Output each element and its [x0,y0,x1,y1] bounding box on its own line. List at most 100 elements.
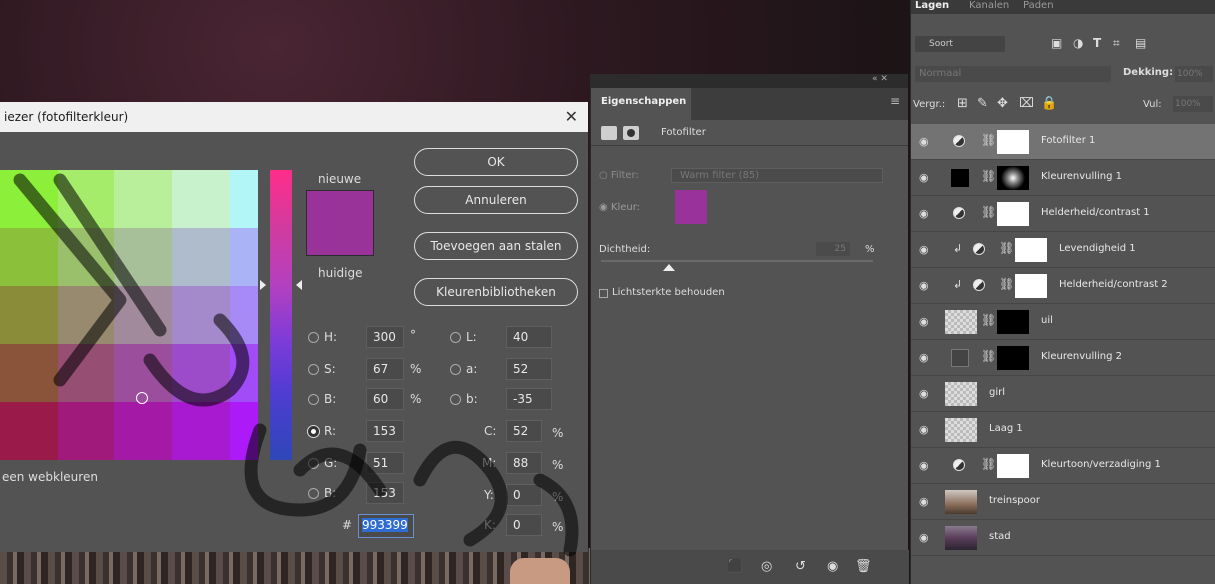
shape-filter-icon[interactable]: ⌗ [1113,36,1120,51]
layer-mask-thumbnail[interactable] [997,130,1029,154]
l-input[interactable]: 40 [506,326,552,348]
eye-icon[interactable]: ◉ [919,495,931,508]
eye-icon[interactable]: ◉ [919,135,931,148]
pixel-filter-icon[interactable]: ▣ [1051,36,1062,50]
m-input[interactable]: 88 [506,452,542,474]
cancel-button[interactable]: Annuleren [414,186,578,214]
filter-radio[interactable]: ○ Filter: [599,170,639,181]
layer-row[interactable]: ◉ Laag 1 [911,412,1215,448]
layer-mask-thumbnail[interactable] [997,166,1029,190]
tab-channels[interactable]: Kanalen [969,0,1009,11]
tab-paths[interactable]: Paden [1023,0,1054,11]
c-input[interactable]: 52 [506,420,542,442]
view-previous-icon[interactable]: ◎ [761,559,772,574]
r-radio[interactable] [308,426,319,437]
a-input[interactable]: 52 [506,358,552,380]
eye-icon[interactable]: ◉ [919,279,931,292]
b-lab-radio[interactable] [450,394,461,405]
link-icon[interactable]: ⛓ [981,169,996,183]
layer-thumbnail[interactable] [945,418,977,442]
layer-mask-thumbnail[interactable] [997,310,1029,334]
panel-menu-icon[interactable]: ≡ [890,94,900,108]
link-icon[interactable]: ⛓ [981,313,996,327]
layer-thumbnail[interactable] [945,526,977,550]
s-input[interactable]: 67 [366,358,404,380]
link-icon[interactable]: ⛓ [999,241,1014,255]
eye-icon[interactable]: ◉ [919,531,931,544]
eye-icon[interactable]: ◉ [919,351,931,364]
mask-icon[interactable] [623,126,639,140]
layer-row[interactable]: ◉ ⛓ Kleurenvulling 2 [911,340,1215,376]
l-radio[interactable] [450,332,461,343]
type-filter-icon[interactable]: T [1093,36,1101,50]
link-icon[interactable]: ⛓ [981,205,996,219]
link-icon[interactable]: ⛓ [999,277,1014,291]
layer-mask-thumbnail[interactable] [1015,238,1047,262]
clip-to-layer-icon[interactable]: ⬛ [727,559,743,574]
eye-icon[interactable]: ◉ [919,171,931,184]
layer-row[interactable]: ◉ ⛓ Fotofilter 1 [911,124,1215,160]
reset-icon[interactable]: ↺ [795,559,806,574]
trash-icon[interactable]: 🗑 [855,559,872,574]
color-libraries-button[interactable]: Kleurenbibliotheken [414,278,578,306]
layer-thumbnail[interactable] [945,490,977,514]
lock-transparency-icon[interactable]: ⊞ [957,96,968,111]
camera-icon[interactable] [601,126,617,140]
color-field-cursor[interactable] [136,392,148,404]
tab-layers[interactable]: Lagen [915,0,949,11]
fill-input[interactable]: 100% [1173,96,1213,112]
b-rgb-radio[interactable] [308,488,319,499]
add-to-swatches-button[interactable]: Toevoegen aan stalen [414,232,578,260]
adjustment-filter-icon[interactable]: ◑ [1073,36,1083,50]
density-slider[interactable] [601,260,873,262]
link-icon[interactable]: ⛓ [981,349,996,363]
g-input[interactable]: 51 [366,452,404,474]
eye-icon[interactable]: ◉ [919,315,931,328]
h-radio[interactable] [308,332,319,343]
eye-icon[interactable]: ◉ [919,243,931,256]
smart-object-filter-icon[interactable]: ▤ [1135,36,1146,50]
layer-row[interactable]: ◉ stad [911,520,1215,556]
a-radio[interactable] [450,364,461,375]
layer-row[interactable]: ◉ treinspoor [911,484,1215,520]
layer-kind-filter[interactable]: Soort [915,36,1005,52]
lock-all-icon[interactable]: 🔒 [1041,96,1057,111]
layer-row[interactable]: ◉ girl [911,376,1215,412]
color-field[interactable] [0,170,258,460]
lock-position-icon[interactable]: ✥ [997,96,1008,111]
h-input[interactable]: 300 [366,326,404,348]
layer-row[interactable]: ◉ ⛓ Kleurtoon/verzadiging 1 [911,448,1215,484]
layer-row[interactable]: ◉ ↲ ⛓ Levendigheid 1 [911,232,1215,268]
hue-slider-right-arrow[interactable] [296,280,302,290]
filter-select[interactable]: Warm filter (85) [671,168,883,183]
eye-icon[interactable]: ◉ [919,207,931,220]
layer-mask-thumbnail[interactable] [997,454,1029,478]
hue-slider-left-arrow[interactable] [260,280,266,290]
y-input[interactable]: 0 [506,484,542,506]
b-input[interactable]: 60 [366,388,404,410]
g-radio[interactable] [308,458,319,469]
link-icon[interactable]: ⛓ [981,457,996,471]
r-input[interactable]: 153 [366,420,404,442]
layer-mask-thumbnail[interactable] [997,346,1029,370]
eye-icon[interactable]: ◉ [919,459,931,472]
close-icon[interactable]: ✕ [565,107,578,126]
layer-thumbnail[interactable] [945,310,977,334]
preserve-luminosity-checkbox[interactable] [599,289,608,298]
hue-slider[interactable] [270,170,292,460]
link-icon[interactable]: ⛓ [981,133,996,147]
layer-row[interactable]: ◉ ⛓ Helderheid/contrast 1 [911,196,1215,232]
filter-color-swatch[interactable] [675,190,707,224]
density-input[interactable]: 25 [816,242,850,256]
visibility-icon[interactable]: ◉ [827,559,838,574]
ok-button[interactable]: OK [414,148,578,176]
layer-mask-thumbnail[interactable] [997,202,1029,226]
lock-brush-icon[interactable]: ✎ [977,96,988,111]
layer-row[interactable]: ◉ ↲ ⛓ Helderheid/contrast 2 [911,268,1215,304]
opacity-input[interactable]: 100% [1175,66,1213,82]
layer-thumbnail[interactable] [945,382,977,406]
hex-input[interactable]: 993399 [358,514,414,538]
b-radio[interactable] [308,394,319,405]
k-input[interactable]: 0 [506,514,542,536]
s-radio[interactable] [308,364,319,375]
